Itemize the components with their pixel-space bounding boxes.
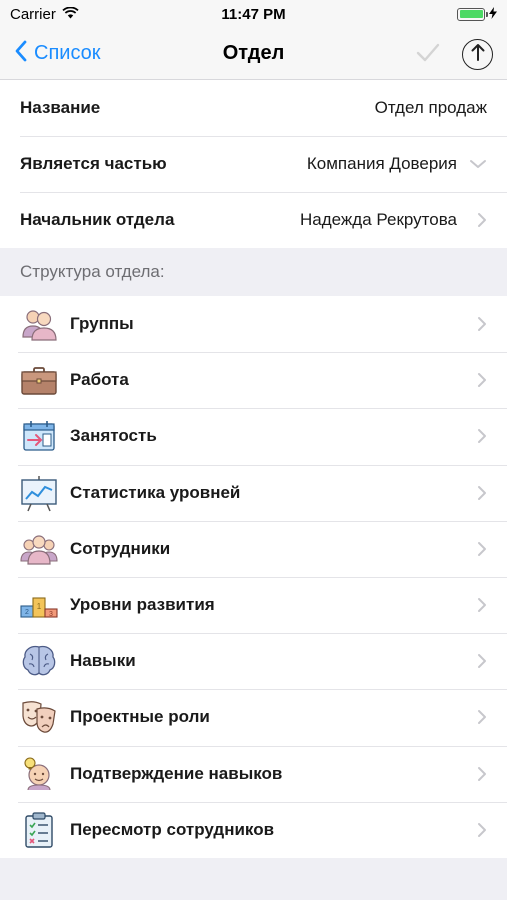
arrow-up-icon: [471, 43, 485, 66]
chevron-right-icon: [469, 541, 487, 557]
menu-item-label: Работа: [70, 370, 129, 390]
menu-item-label: Проектные роли: [70, 707, 210, 727]
chevron-down-icon: [469, 159, 487, 169]
briefcase-icon: [18, 359, 60, 401]
field-value: Компания Доверия: [306, 154, 457, 173]
menu-item-level-stats[interactable]: Статистика уровней: [0, 464, 507, 521]
field-name[interactable]: Название Отдел продаж: [0, 80, 507, 136]
menu-item-development-levels[interactable]: 1 2 3 Уровни развития: [0, 576, 507, 633]
menu-item-label: Занятость: [70, 426, 157, 446]
wifi-icon: [62, 6, 79, 23]
menu-item-employee-review[interactable]: Пересмотр сотрудников: [0, 801, 507, 858]
field-head[interactable]: Начальник отдела Надежда Рекрутова: [0, 192, 507, 248]
chevron-right-icon: [469, 372, 487, 388]
field-label: Начальник отдела: [20, 210, 175, 229]
navigation-bar: Список Отдел: [0, 28, 507, 80]
chevron-left-icon: [14, 40, 28, 68]
theater-masks-icon: [18, 696, 60, 738]
status-bar: Carrier 11:47 PM: [0, 0, 507, 28]
field-label: Название: [20, 98, 101, 117]
chevron-right-icon: [469, 485, 487, 501]
department-fields: Название Отдел продаж Является частью Ко…: [0, 80, 507, 248]
chevron-right-icon: [469, 597, 487, 613]
svg-text:3: 3: [49, 611, 53, 618]
menu-item-label: Подтверждение навыков: [70, 763, 283, 783]
menu-item-label: Сотрудники: [70, 538, 171, 558]
chart-board-icon: [18, 472, 60, 514]
upload-button[interactable]: [462, 38, 493, 70]
podium-icon: 1 2 3: [18, 584, 60, 626]
group-icon: [18, 303, 60, 345]
calendar-icon: [18, 415, 60, 457]
chevron-right-icon: [469, 709, 487, 725]
menu-item-label: Уровни развития: [70, 595, 215, 615]
charging-icon: [489, 6, 497, 23]
checkmark-icon[interactable]: [416, 41, 440, 67]
menu-item-label: Пересмотр сотрудников: [70, 819, 275, 839]
employees-icon: [18, 528, 60, 570]
svg-text:1: 1: [37, 602, 42, 611]
carrier-label: Carrier: [10, 5, 56, 23]
menu-item-label: Навыки: [70, 651, 136, 671]
menu-item-work[interactable]: Работа: [0, 352, 507, 408]
chevron-right-icon: [469, 822, 487, 838]
chevron-right-icon: [469, 316, 487, 332]
field-parent[interactable]: Является частью Компания Доверия: [0, 136, 507, 192]
menu-item-employees[interactable]: Сотрудники: [0, 520, 507, 577]
idea-person-icon: [18, 753, 60, 795]
back-button[interactable]: Список: [0, 40, 101, 68]
structure-menu: Группы Работа Занятость Статистика уровн…: [0, 296, 507, 858]
menu-item-groups[interactable]: Группы: [0, 296, 507, 352]
menu-item-project-roles[interactable]: Проектные роли: [0, 689, 507, 745]
field-value: Надежда Рекрутова: [300, 210, 457, 229]
back-button-label: Список: [34, 42, 101, 64]
chevron-right-icon: [469, 212, 487, 228]
clipboard-icon: [18, 809, 60, 851]
menu-item-skill-confirmation[interactable]: Подтверждение навыков: [0, 745, 507, 802]
field-value: Отдел продаж: [374, 98, 487, 117]
menu-item-label: Статистика уровней: [70, 482, 241, 502]
battery-icon: [457, 7, 488, 21]
chevron-right-icon: [469, 766, 487, 782]
menu-item-skills[interactable]: Навыки: [0, 633, 507, 689]
chevron-right-icon: [469, 428, 487, 444]
chevron-right-icon: [469, 653, 487, 669]
brain-icon: [18, 640, 60, 682]
field-label: Является частью: [20, 154, 167, 173]
section-header: Структура отдела:: [0, 248, 507, 296]
svg-text:2: 2: [25, 609, 29, 616]
menu-item-label: Группы: [70, 314, 134, 334]
menu-item-employment[interactable]: Занятость: [0, 408, 507, 464]
